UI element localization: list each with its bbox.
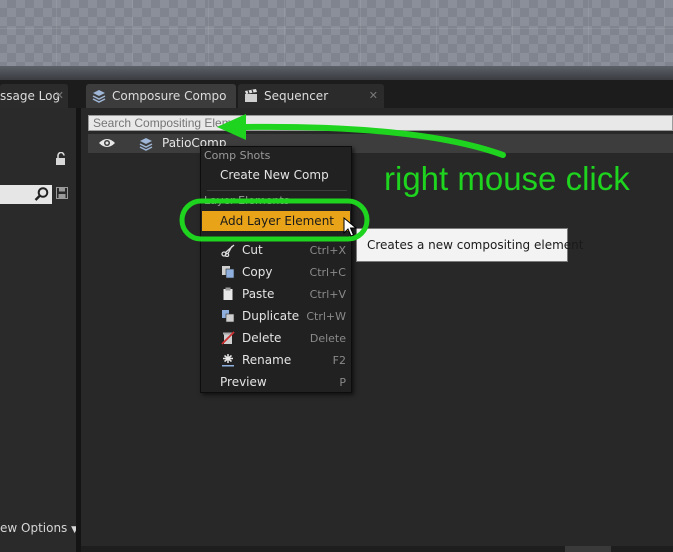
- tree-row-patiocomp[interactable]: PatioComp: [88, 134, 673, 153]
- duplicate-icon: [222, 310, 235, 323]
- menu-item-label: Cut: [242, 243, 263, 257]
- annotation-text: right mouse click: [384, 160, 630, 197]
- menu-item-label: Delete: [242, 331, 282, 345]
- tab-bar: ssage Log ✕ Composure Compo Sequencer ✕: [0, 80, 673, 108]
- level-viewport[interactable]: [0, 0, 673, 80]
- mouse-cursor-icon: [343, 217, 357, 237]
- menu-item-shortcut: Ctrl+W: [306, 309, 346, 323]
- menu-item-shortcut: F2: [332, 353, 346, 367]
- view-options-button[interactable]: ew Options ▼: [0, 521, 78, 535]
- menu-item-create-new-comp[interactable]: Create New Comp: [202, 165, 350, 185]
- menu-item-delete[interactable]: Delete Delete: [202, 328, 350, 348]
- menu-item-preview[interactable]: Preview P: [202, 372, 350, 392]
- scrollbar-thumb[interactable]: [565, 546, 611, 552]
- floor-grid: [0, 0, 673, 76]
- menu-item-label: Create New Comp: [220, 168, 329, 182]
- close-icon[interactable]: ✕: [369, 89, 378, 102]
- menu-item-duplicate[interactable]: Duplicate Ctrl+W: [202, 306, 350, 326]
- tab-message-log-label: ssage Log: [0, 89, 61, 103]
- tab-message-log[interactable]: ssage Log ✕: [0, 84, 68, 108]
- menu-item-shortcut: Delete: [309, 331, 346, 345]
- clapperboard-icon: [245, 89, 257, 102]
- save-icon[interactable]: [56, 187, 68, 199]
- menu-item-add-layer-element[interactable]: Add Layer Element: [202, 211, 350, 231]
- copy-icon: [222, 266, 235, 279]
- search-icon[interactable]: [34, 186, 50, 202]
- menu-item-label: Duplicate: [242, 309, 300, 323]
- rename-icon: [222, 354, 234, 367]
- menu-item-rename[interactable]: Rename F2: [202, 350, 350, 370]
- menu-item-paste[interactable]: Paste Ctrl+V: [202, 284, 350, 304]
- menu-section-comp-shots: Comp Shots: [204, 149, 271, 162]
- delete-icon: [221, 331, 235, 345]
- tab-sequencer[interactable]: Sequencer ✕: [238, 84, 384, 108]
- eye-icon[interactable]: [98, 137, 116, 149]
- context-menu: Comp Shots Create New Comp Layer Element…: [200, 146, 352, 393]
- view-options-label: ew Options: [0, 521, 68, 535]
- layers-icon: [92, 90, 106, 103]
- menu-item-label: Preview: [220, 375, 267, 389]
- menu-item-shortcut: Ctrl+C: [309, 265, 346, 279]
- menu-item-copy[interactable]: Copy Ctrl+C: [202, 262, 350, 282]
- menu-item-label: Rename: [242, 353, 292, 367]
- menu-item-cut[interactable]: Cut Ctrl+X: [202, 240, 350, 260]
- menu-item-label: Copy: [242, 265, 273, 279]
- menu-item-shortcut: Ctrl+V: [309, 287, 346, 301]
- left-panel: [0, 108, 76, 552]
- menu-separator: [207, 190, 347, 191]
- left-search-input[interactable]: [0, 185, 52, 204]
- menu-section-layer-elements: Layer Elements: [204, 194, 290, 207]
- layers-icon: [139, 138, 153, 151]
- tab-sequencer-label: Sequencer: [264, 89, 329, 103]
- search-compositing-elements-input[interactable]: [88, 115, 673, 131]
- unlock-icon[interactable]: [54, 152, 68, 166]
- menu-item-label: Add Layer Element: [220, 214, 334, 228]
- tab-composure-compositing[interactable]: Composure Compo: [86, 84, 236, 108]
- paste-icon: [223, 287, 233, 300]
- menu-item-shortcut: P: [339, 375, 346, 389]
- close-icon[interactable]: ✕: [55, 89, 64, 102]
- scissors-icon: [221, 244, 235, 257]
- menu-item-shortcut: Ctrl+X: [309, 243, 346, 257]
- tab-composure-label: Composure Compo: [112, 89, 227, 103]
- horizontal-scrollbar[interactable]: [81, 546, 673, 552]
- menu-item-label: Paste: [242, 287, 275, 301]
- floor-edge: [0, 66, 673, 80]
- tooltip: Creates a new compositing element: [356, 228, 583, 262]
